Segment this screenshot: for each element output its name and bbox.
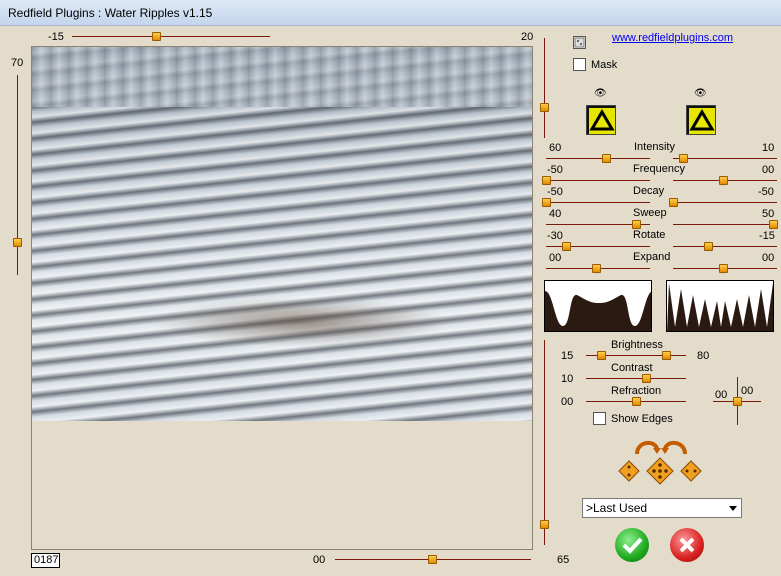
expand-right-value: 00 — [762, 252, 775, 264]
contrast-value: 10 — [561, 373, 574, 385]
intensity-right-value: 10 — [762, 142, 775, 154]
left-slider-thumb[interactable] — [13, 238, 22, 247]
expand-left-value: 00 — [549, 252, 562, 264]
frequency-right-thumb[interactable] — [719, 176, 728, 185]
top-slider-track[interactable] — [72, 36, 270, 37]
dice-small-left-icon[interactable] — [618, 460, 640, 482]
top-slider-thumb[interactable] — [152, 32, 161, 41]
eye-icon: 👁 — [694, 88, 707, 99]
dice-small-right-icon[interactable] — [680, 460, 702, 482]
refraction-label: Refraction — [611, 385, 662, 397]
bottom-slider-thumb[interactable] — [428, 555, 437, 564]
right-top-slider-track[interactable] — [544, 38, 545, 138]
decay-left-track[interactable] — [546, 202, 650, 203]
ok-button[interactable] — [615, 528, 649, 562]
frequency-label: Frequency — [633, 163, 685, 175]
frame-counter: 0187 — [31, 553, 60, 568]
offset-x-value: 00 — [715, 389, 728, 401]
light-toggle-button-left[interactable] — [586, 105, 616, 135]
intensity-label: Intensity — [634, 141, 675, 153]
window-title: Redfield Plugins : Water Ripples v1.15 — [8, 6, 213, 20]
expand-left-thumb[interactable] — [592, 264, 601, 273]
title-bar: Redfield Plugins : Water Ripples v1.15 — [0, 0, 781, 26]
refraction-value: 00 — [561, 396, 574, 408]
checkmark-icon — [622, 537, 643, 554]
right-top-slider-thumb[interactable] — [540, 103, 549, 112]
intensity-left-track[interactable] — [546, 158, 650, 159]
right-bottom-slider-track[interactable] — [544, 340, 545, 545]
random-arrows-icon[interactable] — [633, 436, 689, 456]
intensity-left-thumb[interactable] — [602, 154, 611, 163]
mask-checkbox[interactable] — [573, 58, 586, 71]
sweep-label: Sweep — [633, 207, 667, 219]
wave-profile-smooth[interactable] — [544, 280, 652, 332]
intensity-right-track[interactable] — [673, 158, 777, 159]
rotate-right-thumb[interactable] — [704, 242, 713, 251]
frequency-left-thumb[interactable] — [542, 176, 551, 185]
sweep-right-track[interactable] — [673, 224, 777, 225]
offset-y-value: 00 — [741, 385, 754, 397]
sweep-left-thumb[interactable] — [632, 220, 641, 229]
show-edges-checkbox[interactable] — [593, 412, 606, 425]
rotate-left-value: -30 — [547, 230, 563, 242]
brightness-label: Brightness — [611, 339, 663, 351]
frequency-left-track[interactable] — [546, 180, 650, 181]
wave-profile-sharp[interactable] — [666, 280, 774, 332]
randomize-checkbox[interactable] — [573, 36, 586, 49]
show-edges-label: Show Edges — [611, 413, 673, 425]
right-bottom-slider-thumb[interactable] — [540, 520, 549, 529]
decay-right-value: -50 — [758, 186, 774, 198]
mask-label: Mask — [591, 59, 618, 71]
offset-xy-thumb[interactable] — [733, 397, 742, 406]
intensity-left-value: 60 — [549, 142, 562, 154]
website-link[interactable]: www.redfieldplugins.com — [612, 32, 733, 44]
rotate-right-value: -15 — [759, 230, 775, 242]
triangle-ring-icon — [689, 108, 715, 134]
decay-right-thumb[interactable] — [669, 198, 678, 207]
contrast-track[interactable] — [586, 378, 686, 379]
eye-icon: 👁 — [594, 88, 607, 99]
left-slider-value: 70 — [11, 57, 24, 69]
intensity-right-thumb[interactable] — [679, 154, 688, 163]
brightness-min-thumb[interactable] — [597, 351, 606, 360]
sweep-right-value: 50 — [762, 208, 775, 220]
close-icon — [679, 537, 695, 553]
contrast-thumb[interactable] — [642, 374, 651, 383]
brightness-max-thumb[interactable] — [662, 351, 671, 360]
rotate-label: Rotate — [633, 229, 666, 241]
cancel-button[interactable] — [670, 528, 704, 562]
decay-label: Decay — [633, 185, 665, 197]
bottom-slider-value: 00 — [313, 554, 326, 566]
sharp-wave-graphic — [667, 283, 773, 331]
dice-large-icon[interactable] — [646, 457, 674, 485]
preset-selected-value: >Last Used — [586, 501, 648, 515]
contrast-label: Contrast — [611, 362, 653, 374]
rotate-right-track[interactable] — [673, 246, 777, 247]
top-right-value: 20 — [521, 31, 534, 43]
sweep-right-thumb[interactable] — [769, 220, 778, 229]
triangle-ring-icon — [589, 108, 615, 134]
expand-right-thumb[interactable] — [719, 264, 728, 273]
decay-left-thumb[interactable] — [542, 198, 551, 207]
frequency-left-value: -50 — [547, 164, 563, 176]
brightness-right-value: 80 — [697, 350, 710, 362]
chevron-down-icon — [729, 506, 737, 511]
decay-left-value: -50 — [547, 186, 563, 198]
decay-right-track[interactable] — [673, 202, 777, 203]
frequency-right-value: 00 — [762, 164, 775, 176]
rotate-left-thumb[interactable] — [562, 242, 571, 251]
brightness-left-value: 15 — [561, 350, 574, 362]
preset-select[interactable]: >Last Used — [582, 498, 742, 518]
top-slider-value: -15 — [48, 31, 64, 43]
refraction-thumb[interactable] — [632, 397, 641, 406]
dice-icon — [574, 37, 585, 48]
preview-image[interactable] — [32, 47, 532, 421]
bottom-right-value: 65 — [557, 554, 570, 566]
light-toggle-button-right[interactable] — [686, 105, 716, 135]
expand-label: Expand — [633, 251, 671, 263]
sweep-left-value: 40 — [549, 208, 562, 220]
smooth-wave-graphic — [545, 291, 651, 331]
